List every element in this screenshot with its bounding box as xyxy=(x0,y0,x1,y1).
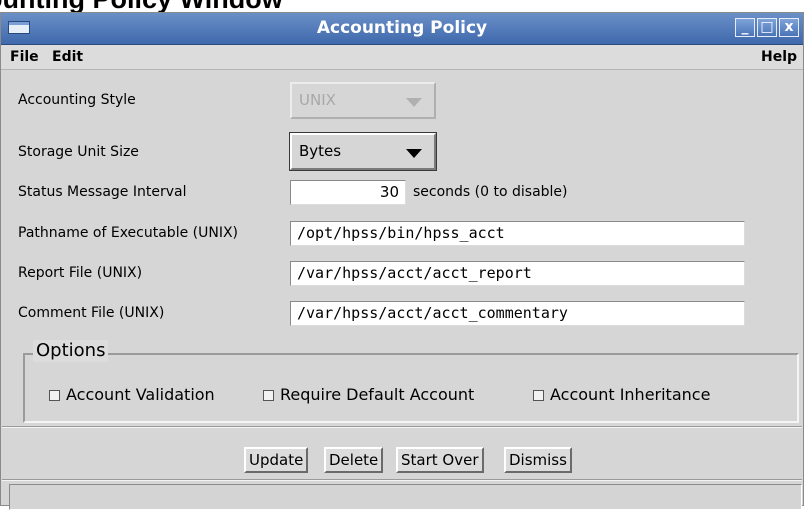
title-bar[interactable]: Accounting Policy _ □ x xyxy=(1,13,803,45)
pathname-executable-input[interactable]: /opt/hpss/bin/hpss_acct xyxy=(290,221,745,246)
account-inheritance-label: Account Inheritance xyxy=(550,385,711,404)
accounting-policy-window: Accounting Policy _ □ x File Edit Help A… xyxy=(0,12,804,510)
checkbox-icon xyxy=(49,390,60,401)
checkbox-icon xyxy=(533,390,544,401)
dismiss-button[interactable]: Dismiss xyxy=(504,447,572,473)
accounting-style-value: UNIX xyxy=(299,91,336,109)
accounting-style-label: Accounting Style xyxy=(18,92,136,108)
dropdown-arrow-icon xyxy=(406,98,422,107)
pathname-executable-label: Pathname of Executable (UNIX) xyxy=(18,225,239,241)
require-default-account-label: Require Default Account xyxy=(280,385,475,404)
options-group: Options Account Validation Require Defau… xyxy=(23,340,799,423)
report-file-input[interactable]: /var/hpss/acct/acct_report xyxy=(290,261,745,286)
status-message-interval-label: Status Message Interval xyxy=(18,184,187,200)
dropdown-arrow-icon xyxy=(406,149,422,158)
maximize-button[interactable]: □ xyxy=(757,18,777,37)
menu-edit[interactable]: Edit xyxy=(52,45,83,69)
menu-bar: File Edit Help xyxy=(1,45,803,70)
update-button[interactable]: Update xyxy=(244,447,309,473)
comment-file-label: Comment File (UNIX) xyxy=(18,305,165,321)
status-message-interval-suffix: seconds (0 to disable) xyxy=(413,184,568,200)
comment-file-input[interactable]: /var/hpss/acct/acct_commentary xyxy=(290,301,745,326)
close-button[interactable]: x xyxy=(779,18,799,37)
delete-button[interactable]: Delete xyxy=(324,447,384,473)
options-legend: Options xyxy=(33,340,109,362)
accounting-style-select: UNIX xyxy=(290,82,436,119)
status-message-interval-input[interactable]: 30 xyxy=(290,180,406,205)
storage-unit-size-select[interactable]: Bytes xyxy=(290,133,436,170)
account-inheritance-checkbox[interactable]: Account Inheritance xyxy=(533,386,710,404)
menu-help[interactable]: Help xyxy=(761,45,797,69)
storage-unit-size-label: Storage Unit Size xyxy=(18,144,139,160)
document-heading: ounting Policy Window xyxy=(0,0,804,12)
divider xyxy=(2,479,802,481)
report-file-label: Report File (UNIX) xyxy=(18,265,143,281)
account-validation-checkbox[interactable]: Account Validation xyxy=(49,386,215,404)
minimize-button[interactable]: _ xyxy=(735,18,755,37)
status-bar xyxy=(9,484,802,510)
window-title: Accounting Policy xyxy=(316,18,488,38)
start-over-button[interactable]: Start Over xyxy=(396,447,484,473)
account-validation-label: Account Validation xyxy=(66,385,215,404)
storage-unit-size-value: Bytes xyxy=(299,142,342,160)
checkbox-icon xyxy=(263,390,274,401)
menu-file[interactable]: File xyxy=(10,45,39,69)
require-default-account-checkbox[interactable]: Require Default Account xyxy=(263,386,474,404)
divider xyxy=(2,426,802,428)
